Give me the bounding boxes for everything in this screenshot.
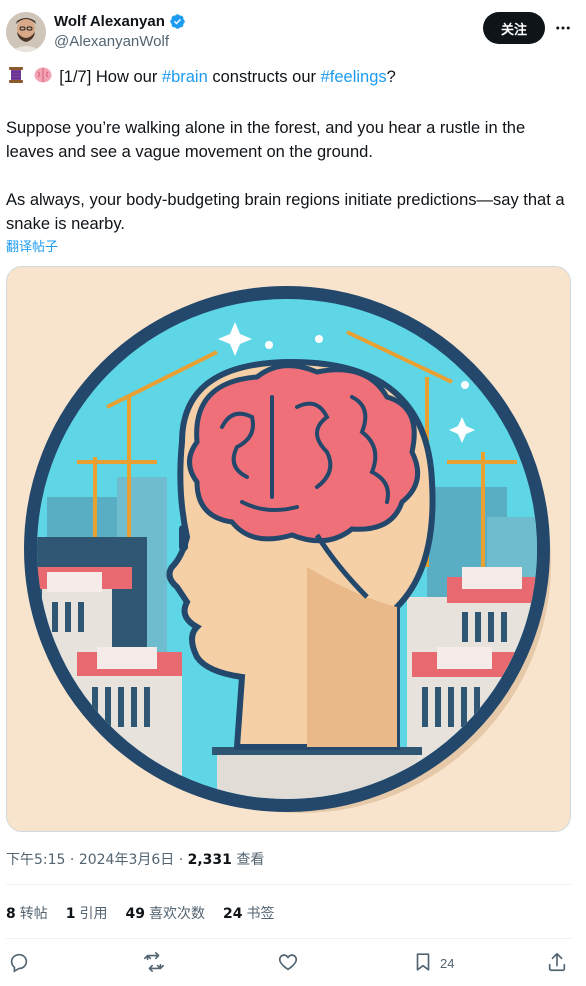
- reply-icon: [8, 951, 30, 976]
- retweet-icon: [143, 951, 165, 976]
- divider: [6, 884, 572, 885]
- meta-separator: ·: [174, 852, 188, 868]
- meta-separator: ·: [65, 852, 79, 868]
- avatar[interactable]: [6, 12, 46, 52]
- hashtag-brain-link[interactable]: #brain: [162, 68, 208, 86]
- brain-head-illustration: [7, 267, 570, 831]
- hashtag-feelings-link[interactable]: #feelings: [321, 68, 387, 86]
- retweet-button[interactable]: [143, 948, 165, 978]
- tweet-meta: 下午5:15 · 2024年3月6日 · 2,331 查看: [6, 849, 264, 869]
- stat-likes[interactable]: 49 喜欢次数: [126, 903, 205, 923]
- heart-icon: [277, 951, 299, 976]
- tweet-text: [1/7] How our #brain constructs our #fee…: [6, 65, 576, 236]
- tweet-line1-suffix: ?: [386, 68, 396, 86]
- stat-quotes[interactable]: 1 引用: [66, 903, 108, 923]
- tweet-paragraph-3: As always, your body-budgeting brain reg…: [6, 191, 565, 233]
- translate-post-link[interactable]: 翻译帖子: [6, 236, 58, 255]
- views-label: 查看: [231, 852, 265, 868]
- tweet-date-link[interactable]: 2024年3月6日: [79, 852, 174, 868]
- reply-button[interactable]: [8, 948, 30, 978]
- stat-reposts[interactable]: 8 转帖: [6, 903, 48, 923]
- tweet-paragraph-1: [1/7] How our #brain constructs our #fee…: [6, 65, 576, 92]
- tweet-paragraph-2: Suppose you’re walking alone in the fore…: [6, 119, 526, 161]
- stat-bookmarks[interactable]: 24 书签: [223, 903, 274, 923]
- tweet-header: Wolf Alexanyan @AlexanyanWolf 关注: [0, 0, 586, 60]
- author-handle[interactable]: @AlexanyanWolf: [54, 33, 169, 50]
- tweet-time-link[interactable]: 下午5:15: [6, 852, 65, 868]
- tweet-line1-prefix: [1/7] How our: [59, 68, 162, 86]
- action-bar: 24: [0, 948, 586, 980]
- follow-button[interactable]: 关注: [483, 12, 545, 44]
- brain-icon: [33, 65, 53, 92]
- thread-spool-icon: [6, 65, 26, 92]
- tweet-line1-mid: constructs our: [207, 68, 321, 86]
- verified-badge-icon[interactable]: [169, 13, 186, 30]
- author-name[interactable]: Wolf Alexanyan: [54, 13, 165, 30]
- like-button[interactable]: [277, 948, 299, 978]
- bookmark-icon: [412, 951, 434, 976]
- divider: [6, 938, 572, 939]
- engagement-stats: 8 转帖 1 引用 49 喜欢次数 24 书签: [6, 903, 274, 923]
- tweet-image[interactable]: [6, 266, 571, 832]
- share-icon: [546, 951, 568, 976]
- more-icon[interactable]: [552, 16, 574, 40]
- bookmark-button[interactable]: 24: [412, 948, 454, 978]
- author-name-row[interactable]: Wolf Alexanyan: [54, 13, 186, 30]
- views-count: 2,331: [187, 852, 232, 868]
- share-button[interactable]: [546, 948, 568, 978]
- bookmark-count: 24: [440, 955, 455, 971]
